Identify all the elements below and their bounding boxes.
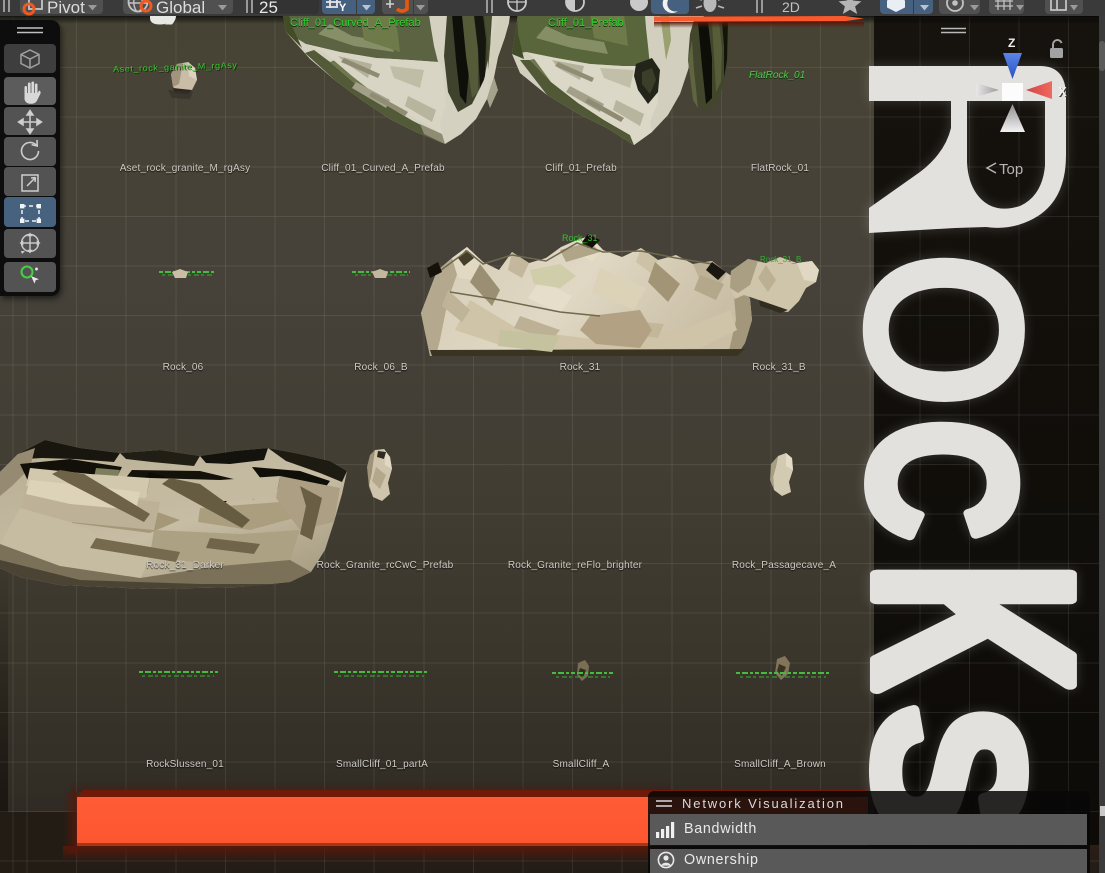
svg-text:Z: Z [1008,36,1015,50]
svg-text:Top: Top [999,161,1023,178]
svg-text:X: X [1058,84,1067,99]
